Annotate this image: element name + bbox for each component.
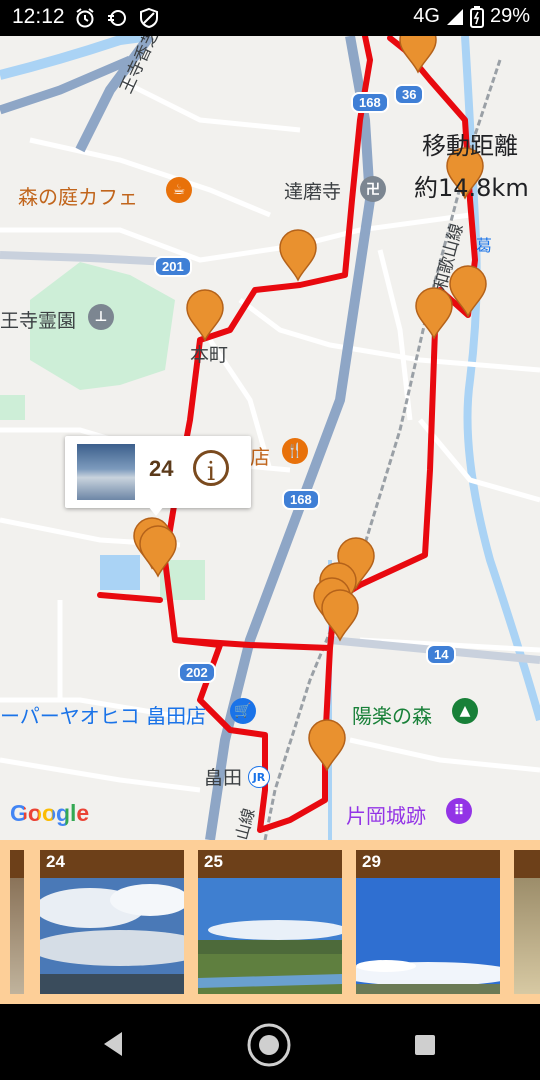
road-shield: 168: [282, 489, 320, 510]
photo-thumbnail: [40, 878, 184, 994]
navigation-bar: [0, 1004, 540, 1080]
status-icons: [74, 7, 160, 29]
alarm-icon: [76, 8, 94, 28]
battery-level: 29%: [489, 5, 530, 27]
status-right: 4G 29%: [413, 5, 530, 28]
road-shield: 36: [394, 84, 425, 105]
partial-photo-left[interactable]: [10, 850, 24, 994]
temple-label[interactable]: 達磨寺: [284, 177, 341, 204]
shopping-cart-icon[interactable]: 🛒: [230, 698, 256, 724]
status-time: 12:12: [12, 5, 65, 28]
honmachi-label: 本町: [190, 344, 229, 366]
status-bar: 12:12 4G 29%: [0, 0, 540, 36]
restaurant-icon[interactable]: 🍴: [282, 438, 308, 464]
cemetery-label[interactable]: 王寺霊園: [0, 306, 76, 333]
popup-pointer: [148, 506, 164, 516]
home-icon[interactable]: [246, 1022, 292, 1068]
google-logo[interactable]: Google: [10, 800, 89, 827]
distance-value: 約14.8km: [414, 174, 529, 202]
road-shield: 14: [426, 644, 457, 665]
photo-card[interactable]: 29: [356, 850, 500, 994]
photo-card[interactable]: 25: [198, 850, 342, 994]
castle-label[interactable]: 片岡城跡: [346, 800, 426, 829]
partial-photo-right[interactable]: [514, 850, 540, 994]
google-logo-text: Google: [10, 800, 90, 826]
photo-card-number: 25: [204, 852, 223, 871]
river-label: 葛: [476, 236, 493, 255]
temple-icon[interactable]: 卍: [360, 176, 386, 202]
photo-thumbnail: [356, 878, 500, 994]
forest-label[interactable]: 陽楽の森: [352, 700, 432, 729]
station-label[interactable]: 畠田: [204, 763, 242, 790]
road-shield: 168: [351, 92, 389, 113]
train-icon[interactable]: JR: [248, 766, 270, 788]
popup-photo-thumbnail[interactable]: [77, 444, 135, 500]
popup-photo-number: 24: [149, 456, 174, 481]
battery-icon: [469, 5, 484, 28]
photo-card[interactable]: 24: [40, 850, 184, 994]
shop-label[interactable]: 店: [250, 441, 270, 470]
photo-thumbnail: [198, 878, 342, 994]
network-type: 4G: [413, 5, 440, 27]
info-icon[interactable]: i: [193, 450, 229, 487]
landmark-icon[interactable]: ⠿: [446, 798, 472, 824]
cafe-label[interactable]: 森の庭カフェ: [18, 181, 138, 210]
signal-icon: [446, 8, 463, 25]
photo-card-number: 24: [46, 852, 65, 871]
road-shield: 202: [178, 662, 216, 683]
tree-icon[interactable]: ▲: [452, 698, 478, 724]
data-saver-icon: [108, 10, 126, 26]
marker-info-popup[interactable]: 24 i: [65, 436, 251, 508]
road-shield: 201: [154, 256, 192, 277]
cemetery-icon[interactable]: ⊥: [88, 304, 114, 330]
distance-label: 移動距離: [422, 132, 518, 160]
cafe-icon[interactable]: ☕: [166, 177, 192, 203]
supermarket-label[interactable]: ーパーヤオヒコ 畠田店: [0, 700, 206, 729]
recents-icon[interactable]: [414, 1034, 436, 1056]
back-icon[interactable]: [100, 1030, 126, 1058]
photo-card-number: 29: [362, 852, 381, 871]
shield-icon: [140, 7, 158, 29]
